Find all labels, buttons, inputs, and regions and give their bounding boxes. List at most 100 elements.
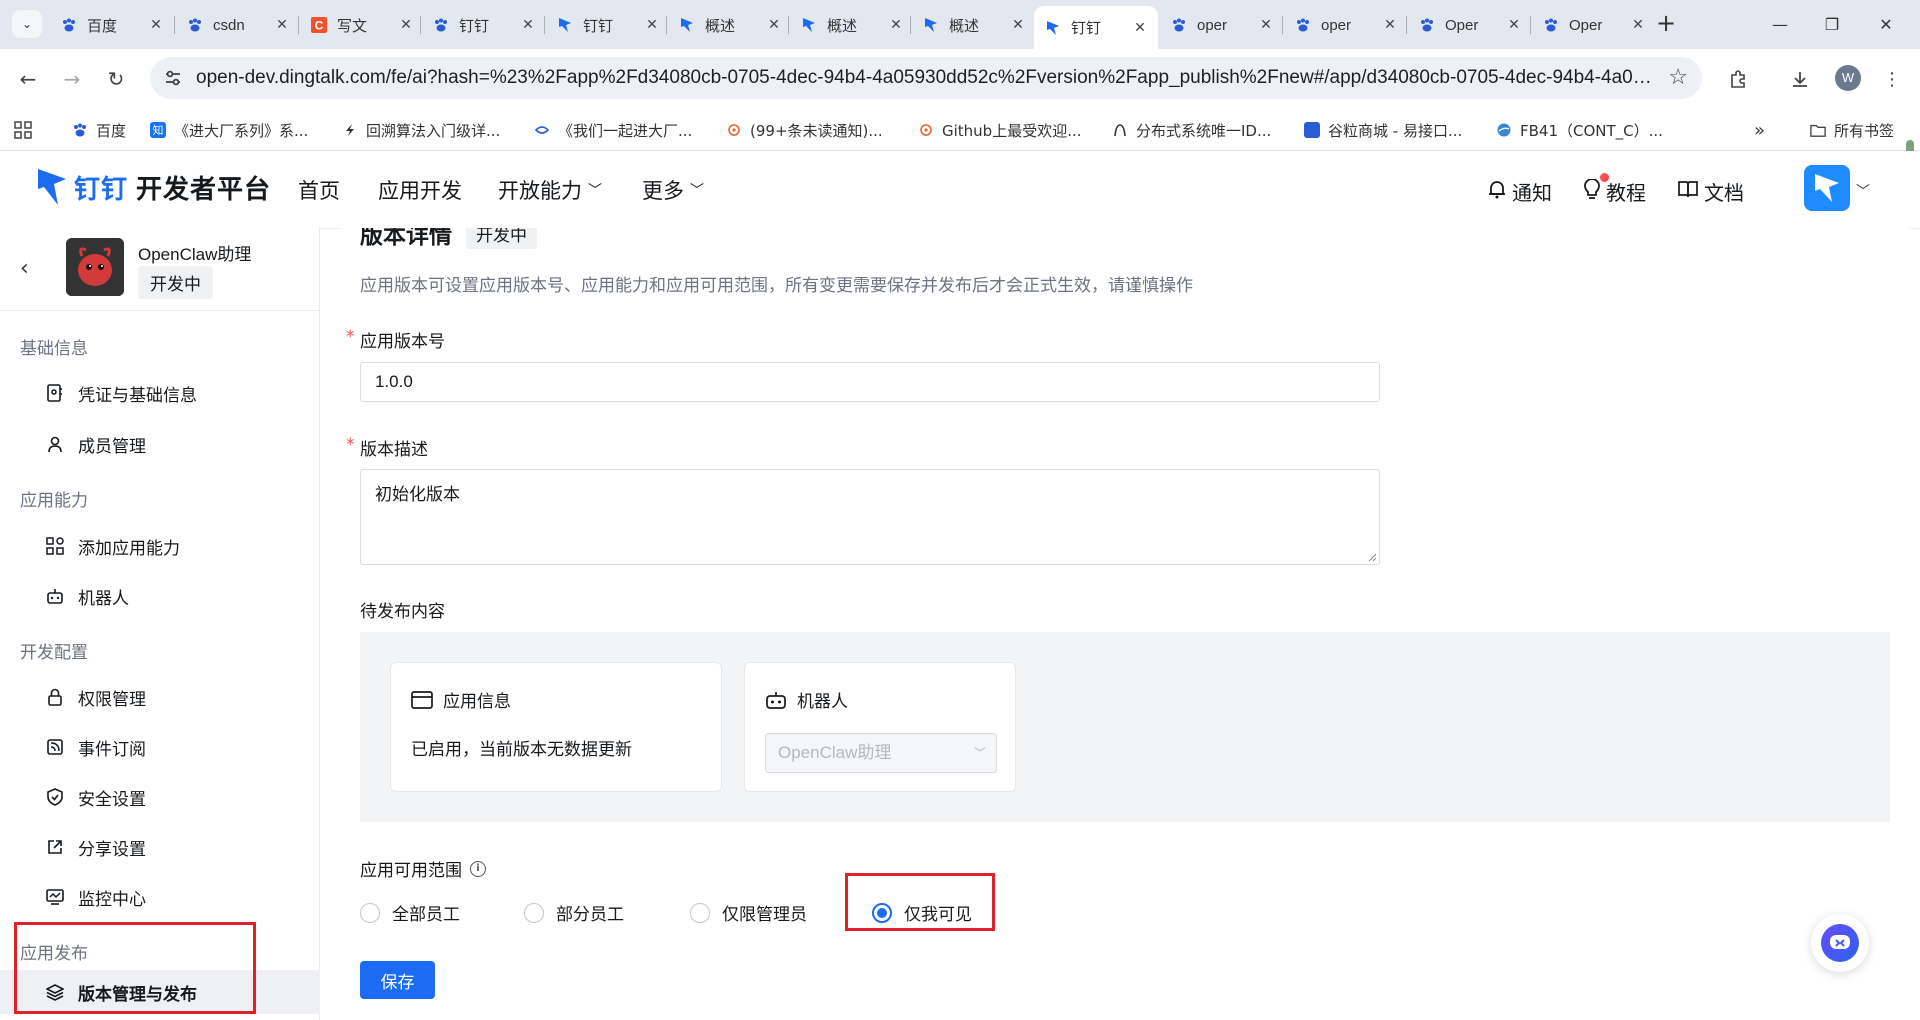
nav-app-dev[interactable]: 应用开发	[378, 175, 462, 205]
tab-close-icon[interactable]: ✕	[1010, 17, 1026, 33]
apps-grid-icon[interactable]	[14, 117, 32, 143]
docs-link[interactable]: 文档	[1678, 177, 1744, 206]
minimize-icon[interactable]: —	[1760, 10, 1800, 38]
user-avatar[interactable]	[1804, 165, 1850, 211]
sidebar-item-security[interactable]: 安全设置	[0, 775, 320, 819]
card-title: 机器人	[797, 692, 848, 712]
assistant-float-button[interactable]	[1811, 914, 1869, 972]
nav-more[interactable]: 更多 ﹀	[642, 175, 704, 205]
highlight-box	[845, 873, 995, 931]
sidebar-item-share[interactable]: 分享设置	[0, 825, 320, 869]
bookmark-star-icon[interactable]: ☆	[1668, 65, 1688, 90]
radio-label: 全部员工	[392, 905, 460, 925]
tab-close-icon[interactable]: ✕	[888, 17, 904, 33]
browser-tab[interactable]: 钉钉 ✕	[546, 8, 670, 42]
sidebar-item-monitor[interactable]: 监控中心	[0, 875, 320, 919]
reload-icon[interactable]: ↻	[100, 63, 132, 95]
sidebar-item-credentials[interactable]: 凭证与基础信息	[0, 371, 320, 415]
chevron-down-icon[interactable]: ﹀	[1856, 181, 1870, 201]
baidu-paw-icon	[1418, 16, 1436, 34]
tab-close-icon[interactable]: ✕	[274, 17, 290, 33]
csdn-c-icon: C	[310, 16, 328, 34]
profile-avatar[interactable]: W	[1835, 65, 1861, 91]
robot-icon	[765, 689, 787, 711]
tab-search-button[interactable]: ⌄	[12, 10, 42, 38]
sidebar-item-robot[interactable]: 机器人	[0, 574, 320, 618]
browser-tab[interactable]: C 写文 ✕	[300, 8, 424, 42]
desc-textarea[interactable]: 初始化版本	[360, 469, 1380, 565]
tab-separator	[666, 16, 667, 34]
bookmark-item[interactable]: 百度	[72, 117, 126, 143]
bookmark-item[interactable]: (99+条未读通知)...	[726, 117, 883, 143]
bookmarks-overflow-icon[interactable]: »	[1754, 117, 1765, 143]
sidebar-item-permissions[interactable]: 权限管理	[0, 675, 320, 719]
version-label: * 应用版本号	[346, 327, 445, 352]
radio-circle[interactable]	[690, 902, 710, 923]
bookmark-label: 回溯算法入门级详...	[366, 121, 501, 140]
bookmark-item[interactable]: Github上最受欢迎...	[918, 117, 1082, 143]
browser-tab[interactable]: 概述 ✕	[912, 8, 1036, 42]
radio-circle[interactable]	[360, 902, 380, 923]
bookmark-item[interactable]: 分布式系统唯一ID...	[1112, 117, 1271, 143]
restore-icon[interactable]: ❐	[1812, 10, 1852, 38]
info-icon[interactable]: i	[470, 860, 486, 877]
nav-home[interactable]: 首页	[298, 175, 340, 205]
tutorial-link[interactable]: 教程	[1584, 173, 1646, 206]
tab-close-icon[interactable]: ✕	[1132, 20, 1148, 36]
all-bookmarks-button[interactable]: 所有书签	[1810, 117, 1894, 143]
close-window-icon[interactable]: ✕	[1866, 10, 1906, 38]
apps-add-icon	[46, 537, 64, 555]
browser-tab[interactable]: 概述 ✕	[790, 8, 914, 42]
bookmark-item[interactable]: 谷粒商城 - 易接口...	[1304, 117, 1462, 143]
tab-close-icon[interactable]: ✕	[1506, 17, 1522, 33]
url-text[interactable]: open-dev.dingtalk.com/fe/ai?hash=%23%2Fa…	[196, 67, 1656, 89]
back-arrow-icon[interactable]: ←	[12, 63, 44, 95]
browser-tab[interactable]: csdn ✕	[176, 8, 300, 42]
tab-close-icon[interactable]: ✕	[148, 17, 164, 33]
nav-label: 开放能力	[498, 179, 582, 203]
browser-tab[interactable]: 百度 ✕	[50, 8, 174, 42]
tab-label: csdn	[213, 16, 245, 34]
save-button[interactable]: 保存	[360, 961, 435, 999]
notify-link[interactable]: 通知	[1488, 177, 1552, 206]
tab-close-icon[interactable]: ✕	[1630, 17, 1646, 33]
browser-tab[interactable]: oper ✕	[1284, 8, 1408, 42]
site-settings-icon[interactable]	[162, 67, 184, 89]
back-chevron-icon[interactable]: ‹	[20, 256, 29, 281]
browser-tab[interactable]: oper ✕	[1160, 8, 1284, 42]
bookmark-item[interactable]: 回溯算法入门级详...	[342, 117, 500, 143]
browser-tab[interactable]: Oper ✕	[1408, 8, 1532, 42]
sidebar-item-events[interactable]: 事件订阅	[0, 725, 320, 769]
robot-select[interactable]: OpenClaw助理 ﹀	[765, 733, 997, 773]
tab-close-icon[interactable]: ✕	[398, 17, 414, 33]
version-input[interactable]: 1.0.0	[360, 362, 1380, 402]
more-menu-icon[interactable]: ⋮	[1876, 63, 1908, 95]
tab-close-icon[interactable]: ✕	[644, 17, 660, 33]
tab-close-icon[interactable]: ✕	[766, 17, 782, 33]
browser-tab-active[interactable]: 钉钉 ✕	[1034, 6, 1158, 49]
new-tab-button[interactable]: +	[1652, 10, 1680, 38]
chevron-down-icon: ﹀	[588, 183, 602, 199]
nav-open-ability[interactable]: 开放能力 ﹀	[498, 175, 602, 205]
resize-grip-icon[interactable]	[1367, 552, 1377, 562]
tab-close-icon[interactable]: ✕	[1382, 17, 1398, 33]
browser-tab[interactable]: 钉钉 ✕	[422, 8, 546, 42]
browser-tab[interactable]: Oper ✕	[1532, 8, 1656, 42]
radio-partial-staff[interactable]: 部分员工	[524, 900, 624, 925]
brand-logo[interactable]: 钉钉 开发者平台	[36, 167, 271, 207]
address-bar[interactable]: open-dev.dingtalk.com/fe/ai?hash=%23%2Fa…	[150, 57, 1702, 99]
sidebar-item-add-capability[interactable]: 添加应用能力	[0, 524, 320, 568]
extensions-icon[interactable]	[1722, 63, 1754, 95]
bookmark-item[interactable]: FB41（CONT_C）...	[1496, 117, 1663, 143]
tab-close-icon[interactable]: ✕	[520, 17, 536, 33]
bookmark-item[interactable]: 《我们一起进大厂...	[534, 117, 692, 143]
download-icon[interactable]	[1784, 63, 1816, 95]
tab-close-icon[interactable]: ✕	[1258, 17, 1274, 33]
bookmark-item[interactable]: 知 《进大厂系列》系...	[150, 117, 308, 143]
radio-all-staff[interactable]: 全部员工	[360, 900, 460, 925]
sidebar-item-members[interactable]: 成员管理	[0, 422, 320, 466]
forward-arrow-icon[interactable]: →	[56, 63, 88, 95]
browser-tab[interactable]: 概述 ✕	[668, 8, 792, 42]
radio-admin-only[interactable]: 仅限管理员	[690, 900, 807, 925]
radio-circle[interactable]	[524, 902, 544, 923]
